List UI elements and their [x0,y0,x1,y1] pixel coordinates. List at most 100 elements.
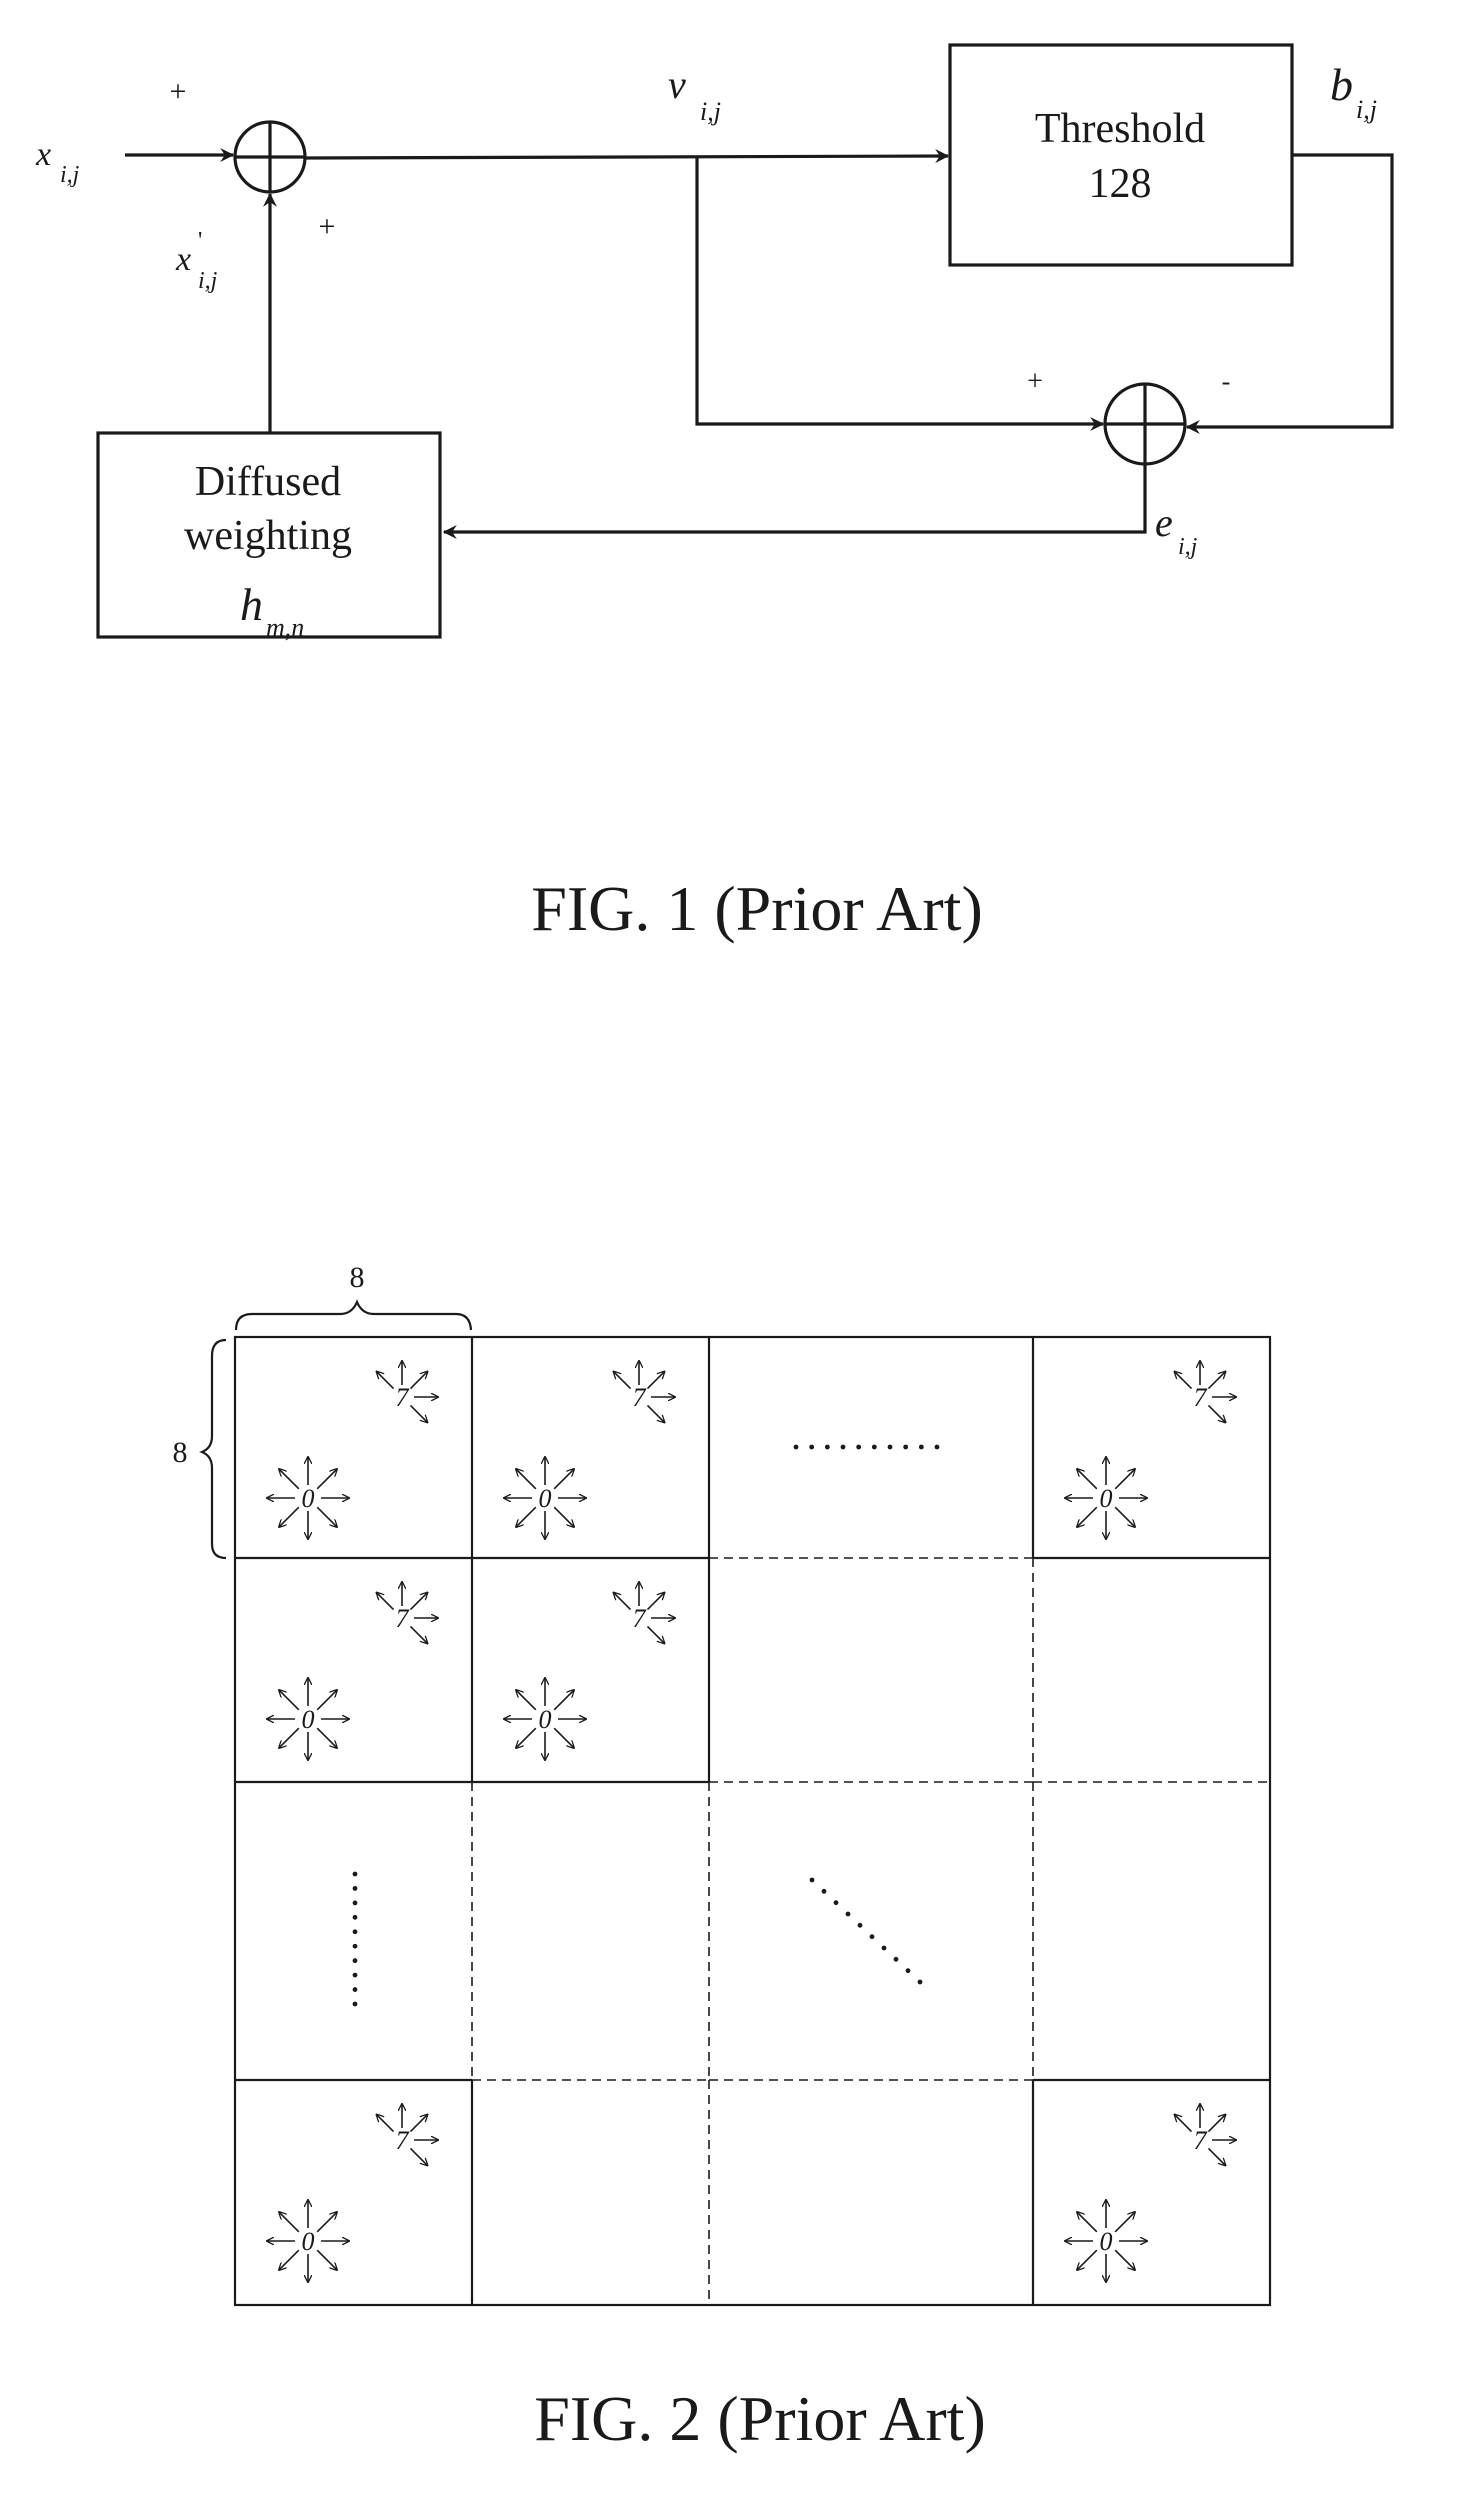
diffusion-arrow-icon [553,1506,574,1527]
ellipsis-dot [352,1886,358,1891]
diffusion-arrow-icon [1207,1372,1225,1390]
error-signal-line [442,464,1147,539]
diffusion-arrow-icon [614,1593,632,1611]
diffusion-arrow-icon [1077,1469,1098,1490]
diffusion-arrow-icon [1077,1506,1098,1527]
grid-border [233,1335,1272,2307]
sum-label: v i,j [668,62,721,126]
start-pixel-label: 0 [302,1705,315,1734]
sum-subscript: i,j [700,97,721,126]
ellipsis-dot [821,1888,827,1894]
end-pixel-label: 7 [633,1383,647,1412]
diffusion-arrow-icon [1207,2147,1225,2165]
adder2-negative-sign: - [1222,367,1231,396]
ellipsis-dot [352,1987,358,1992]
diffusion-arrow-icon [409,2147,427,2165]
end-pixel-label: 7 [396,1383,410,1412]
ellipsis-dot [917,1979,923,1985]
output-label: b i,j [1330,59,1377,124]
output-symbol: b [1330,59,1353,110]
sum-signal-line [304,149,950,164]
feedback-prime: ' [198,228,202,254]
ellipsis-dot [809,1877,815,1883]
diffusion-arrow-icon [516,1506,537,1527]
diffusion-arrow-icon [646,1372,664,1390]
ellipsis-horizontal [793,1444,940,1450]
diffusion-arrow-icon [409,1625,427,1643]
diffusion-arrow-icon [646,1404,664,1422]
adder2-positive-sign: + [1027,366,1043,397]
ellipsis-dot [934,1444,940,1450]
output-subscript: i,j [1356,95,1377,124]
feedback-symbol: x [175,241,191,278]
diffusion-block: 70 [267,1361,438,1539]
diffusion-arrow-icon [409,1593,427,1611]
end-pixel-label: 7 [396,2126,410,2155]
start-pixel-label: 0 [539,1484,552,1513]
diffusion-arrow-icon [1077,2212,1098,2233]
fig2-block-grid: 8 8 70707070707070 [173,1261,1272,2307]
diffusion-block: 70 [1065,2104,1236,2282]
diffusion-arrow-icon [553,1690,574,1711]
ellipsis-dot [352,1943,358,1949]
threshold-value: 128 [1089,161,1152,207]
diffusion-arrow-icon [377,2115,395,2133]
diffusion-arrow-icon [279,1469,300,1490]
diffusion-arrow-icon [409,1372,427,1390]
start-pixel-label: 0 [1100,2227,1113,2256]
weighting-symbol-h: h [240,579,263,630]
ellipsis-dot [809,1444,815,1450]
start-pixel-label: 0 [1100,1484,1113,1513]
diffusion-arrow-icon [279,1506,300,1527]
diffusion-arrow-icon [1207,2115,1225,2133]
end-pixel-label: 7 [396,1604,410,1633]
diffusion-arrow-icon [1077,2249,1098,2270]
diffusion-arrow-icon [553,1469,574,1490]
output-feedback-line [1185,153,1394,434]
ellipsis-dot [893,1956,899,1962]
error-subscript: i,j [1178,534,1198,560]
patent-figure-sheet: Threshold 128 Diffused weighting h m,n x [35,43,1394,2454]
feedback-label: x ' i,j [175,228,218,294]
diffusion-arrow-icon [646,1593,664,1611]
ellipsis-dot [824,1444,830,1450]
ellipsis-dot [845,1911,851,1917]
diffusion-arrow-icon [279,2249,300,2270]
diffusion-arrow-icon [316,1469,337,1490]
input-label: x i,j [35,136,80,188]
error-symbol: e [1155,500,1173,545]
sum-symbol: v [668,62,686,107]
threshold-block: Threshold 128 [948,43,1294,267]
diffusion-arrow-icon [316,1727,337,1748]
fig2-caption: FIG. 2 (Prior Art) [534,2383,986,2454]
threshold-label: Threshold [1035,106,1205,152]
diffusion-arrow-icon [646,1625,664,1643]
grid-lines [233,1335,1272,2307]
input-symbol: x [35,136,51,173]
diffused-label: Diffused [195,459,341,505]
diffusion-arrow-icon [377,1593,395,1611]
diffusion-block: 70 [504,1361,675,1539]
feedback-subscript: i,j [198,268,218,294]
diffusion-arrow-icon [553,1727,574,1748]
adder1-feedback-sign: + [319,210,336,243]
fig1-caption: FIG. 1 (Prior Art) [531,873,983,944]
ellipsis-dot [903,1444,909,1450]
diffusion-arrow-icon [1175,2115,1193,2133]
diffusion-arrow-icon [316,1506,337,1527]
diffusion-arrow-icon [316,2249,337,2270]
ellipsis-dot [352,1958,358,1964]
ellipsis-diagonal [809,1877,923,1985]
ellipsis-dot [833,1900,839,1906]
diffusion-block: 70 [1065,1361,1236,1539]
diffusion-block: 70 [267,1582,438,1760]
diffusion-arrow-icon [516,1469,537,1490]
adder-1-summing-junction [233,120,307,194]
start-pixel-label: 0 [302,2227,315,2256]
input-subscript: i,j [60,162,80,188]
diffusion-arrow-icon [1114,2249,1135,2270]
diffusion-arrow-icon [516,1727,537,1748]
diffusion-arrow-icon [377,1372,395,1390]
diffusion-arrow-icon [316,1690,337,1711]
ellipsis-dot [856,1444,862,1450]
